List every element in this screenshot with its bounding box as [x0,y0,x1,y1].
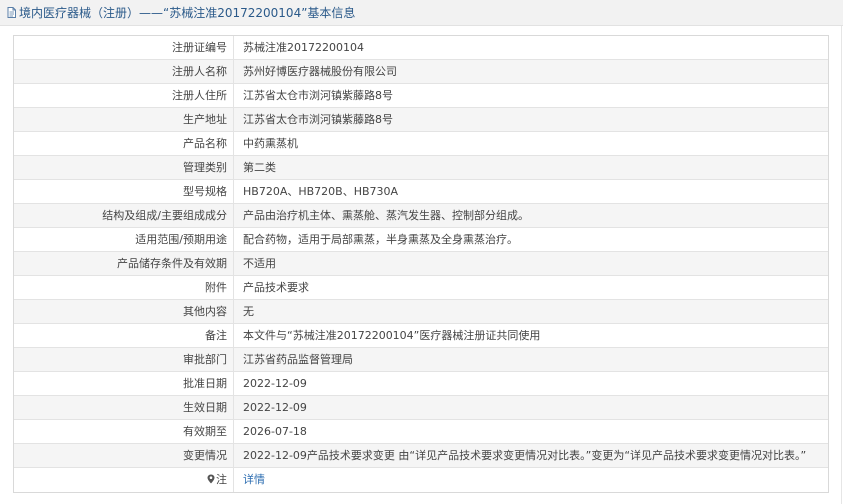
row-value: 2022-12-09 [243,377,307,390]
page-title: 境内医疗器械（注册）——“苏械注准20172200104”基本信息 [19,6,356,20]
row-value: 无 [243,305,254,318]
table-row: 其他内容 无 [14,300,828,324]
table-row: 注册证编号 苏械注准20172200104 [14,36,828,60]
table-row: 变更情况 2022-12-09产品技术要求变更 由“详见产品技术要求变更情况对比… [14,444,828,468]
row-label: 备注 [14,324,234,347]
table-row: 批准日期 2022-12-09 [14,372,828,396]
row-value: 详情 [234,468,828,492]
row-value: 苏州好博医疗器械股份有限公司 [243,65,397,78]
details-link[interactable]: 详情 [243,473,265,486]
page-right-border [841,26,842,504]
table-row: 有效期至 2026-07-18 [14,420,828,444]
row-label: 审批部门 [14,348,234,371]
row-value: 江苏省药品监督管理局 [243,353,353,366]
row-value: 2026-07-18 [243,425,307,438]
row-value: 本文件与“苏械注准20172200104”医疗器械注册证共同使用 [243,329,541,342]
row-label: 有效期至 [14,420,234,443]
row-label: 注册人名称 [14,60,234,83]
row-value: 不适用 [243,257,276,270]
row-label: 批准日期 [14,372,234,395]
row-label: 附件 [14,276,234,299]
document-icon [5,6,18,19]
table-row: 生效日期 2022-12-09 [14,396,828,420]
table-row: 适用范围/预期用途 配合药物，适用于局部熏蒸，半身熏蒸及全身熏蒸治疗。 [14,228,828,252]
table-row-note: 注 详情 [14,468,828,492]
table-row: 生产地址 江苏省太仓市浏河镇紫藤路8号 [14,108,828,132]
table-row: 注册人名称 苏州好博医疗器械股份有限公司 [14,60,828,84]
row-label: 型号规格 [14,180,234,203]
row-label: 注册证编号 [14,36,234,59]
info-table: 注册证编号 苏械注准20172200104 注册人名称 苏州好博医疗器械股份有限… [13,35,829,493]
row-value: 江苏省太仓市浏河镇紫藤路8号 [243,89,393,102]
row-value: 2022-12-09产品技术要求变更 由“详见产品技术要求变更情况对比表。”变更… [243,449,807,462]
table-row: 型号规格 HB720A、HB720B、HB730A [14,180,828,204]
table-row: 附件 产品技术要求 [14,276,828,300]
row-label: 结构及组成/主要组成成分 [14,204,234,227]
row-value: 产品由治疗机主体、熏蒸舱、蒸汽发生器、控制部分组成。 [243,209,529,222]
row-label: 变更情况 [14,444,234,467]
table-row: 结构及组成/主要组成成分 产品由治疗机主体、熏蒸舱、蒸汽发生器、控制部分组成。 [14,204,828,228]
table-row: 审批部门 江苏省药品监督管理局 [14,348,828,372]
row-value: 配合药物，适用于局部熏蒸，半身熏蒸及全身熏蒸治疗。 [243,233,518,246]
table-row: 产品储存条件及有效期 不适用 [14,252,828,276]
location-pin-icon [207,469,215,484]
row-label: 其他内容 [14,300,234,323]
row-value: 中药熏蒸机 [243,137,298,150]
row-label: 生效日期 [14,396,234,419]
table-row: 产品名称 中药熏蒸机 [14,132,828,156]
row-value: HB720A、HB720B、HB730A [243,185,399,198]
row-value: 2022-12-09 [243,401,307,414]
row-value: 第二类 [243,161,276,174]
row-value: 江苏省太仓市浏河镇紫藤路8号 [243,113,393,126]
row-label: 生产地址 [14,108,234,131]
row-label: 注册人住所 [14,84,234,107]
row-label: 适用范围/预期用途 [14,228,234,251]
row-label: 产品储存条件及有效期 [14,252,234,275]
row-label: 注 [14,468,234,492]
row-value: 产品技术要求 [243,281,309,294]
table-row: 注册人住所 江苏省太仓市浏河镇紫藤路8号 [14,84,828,108]
page-header: 境内医疗器械（注册）——“苏械注准20172200104”基本信息 [0,0,843,26]
row-label: 管理类别 [14,156,234,179]
note-label: 注 [216,473,227,486]
row-label: 产品名称 [14,132,234,155]
table-row: 备注 本文件与“苏械注准20172200104”医疗器械注册证共同使用 [14,324,828,348]
row-value: 苏械注准20172200104 [243,41,364,54]
table-row: 管理类别 第二类 [14,156,828,180]
